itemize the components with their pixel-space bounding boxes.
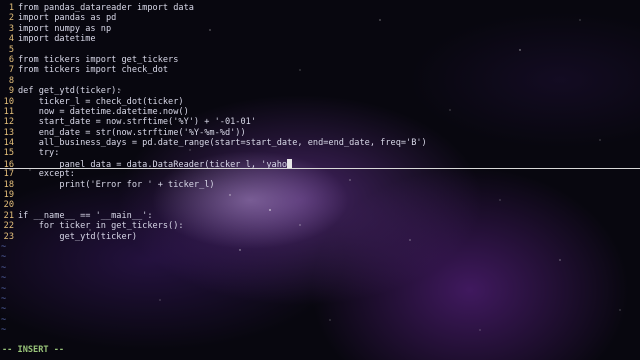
code-line[interactable]: 12 start_date = now.strftime('%Y') + '-0… (0, 117, 640, 127)
editor-window[interactable]: 1 from pandas_datareader import data 2 impo… (0, 0, 640, 360)
code-text[interactable]: import pandas as pd (18, 13, 116, 23)
line-number: 8 (8, 75, 14, 86)
empty-line: ~ (0, 242, 640, 252)
code-line[interactable]: 5 (0, 45, 640, 55)
code-text[interactable]: from pandas_datareader import data (18, 3, 194, 13)
code-area[interactable]: 1 from pandas_datareader import data 2 impo… (0, 3, 640, 336)
empty-line-marker: ~ (1, 293, 7, 304)
empty-line-marker: ~ (1, 273, 7, 284)
code-line[interactable]: 13 end_date = str(now.strftime('%Y-%m-%d… (0, 128, 640, 138)
code-text[interactable]: except: (18, 169, 75, 179)
line-number: 14 (3, 138, 14, 149)
empty-line: ~ (0, 284, 640, 294)
empty-line: ~ (0, 304, 640, 314)
code-text[interactable]: end_date = str(now.strftime('%Y-%m-%d')) (18, 128, 246, 138)
line-number: 1 (8, 3, 14, 13)
empty-line-marker: ~ (1, 314, 7, 325)
line-number: 12 (3, 117, 14, 128)
line-number: 11 (3, 106, 14, 117)
line-number: 19 (3, 190, 14, 201)
code-text[interactable]: import numpy as np (18, 24, 111, 34)
empty-line-marker: ~ (1, 304, 7, 315)
line-number: 18 (3, 179, 14, 190)
code-text[interactable]: def get_ytd(ticker): (18, 86, 121, 96)
code-line[interactable]: 17 except: (0, 169, 640, 179)
code-line[interactable]: 15 try: (0, 148, 640, 158)
code-text[interactable]: if __name__ == '__main__': (18, 211, 153, 221)
code-text[interactable]: now = datetime.datetime.now() (18, 107, 189, 117)
code-text[interactable]: all_business_days = pd.date_range(start=… (18, 138, 427, 148)
empty-line-marker: ~ (1, 241, 7, 252)
code-line[interactable]: 23 get_ytd(ticker) (0, 232, 640, 242)
line-number: 7 (8, 65, 14, 76)
code-text[interactable]: ticker_l = check_dot(ticker) (18, 97, 184, 107)
code-line[interactable]: 2 import pandas as pd (0, 13, 640, 23)
code-line[interactable]: 1 from pandas_datareader import data (0, 3, 640, 13)
empty-line: ~ (0, 252, 640, 262)
line-number: 6 (8, 54, 14, 65)
empty-line: ~ (0, 294, 640, 304)
code-line[interactable]: 7 from tickers import check_dot (0, 65, 640, 75)
code-line[interactable]: 14 all_business_days = pd.date_range(sta… (0, 138, 640, 148)
code-text[interactable]: print('Error for ' + ticker_l) (18, 180, 214, 190)
code-text[interactable]: from tickers import check_dot (18, 65, 168, 75)
code-text[interactable]: get_ytd(ticker) (18, 232, 137, 242)
code-line[interactable]: 10 ticker_l = check_dot(ticker) (0, 97, 640, 107)
code-line[interactable]: 6 from tickers import get_tickers (0, 55, 640, 65)
line-number: 10 (3, 96, 14, 107)
code-line[interactable]: 4 import datetime (0, 34, 640, 44)
code-line[interactable]: 9 def get_ytd(ticker): (0, 86, 640, 96)
code-line[interactable]: 16 panel_data = data.DataReader(ticker_l… (0, 158, 640, 170)
code-line[interactable]: 11 now = datetime.datetime.now() (0, 107, 640, 117)
line-number: 15 (3, 148, 14, 159)
line-number: 2 (8, 13, 14, 24)
code-line[interactable]: 20 (0, 200, 640, 210)
code-line[interactable]: 22 for ticker in get_tickers(): (0, 221, 640, 231)
line-number: 13 (3, 127, 14, 138)
empty-line-marker: ~ (1, 283, 7, 294)
text-cursor (287, 158, 293, 168)
code-text[interactable]: import datetime (18, 34, 96, 44)
code-line[interactable]: 8 (0, 76, 640, 86)
line-number: 17 (3, 169, 14, 180)
line-number: 9 (8, 86, 14, 97)
code-line[interactable]: 21 if __name__ == '__main__': (0, 211, 640, 221)
empty-line: ~ (0, 315, 640, 325)
code-line[interactable]: 19 (0, 190, 640, 200)
code-text[interactable]: for ticker in get_tickers(): (18, 221, 184, 231)
code-line[interactable]: 3 import numpy as np (0, 24, 640, 34)
line-number: 3 (8, 23, 14, 34)
line-number: 5 (8, 44, 14, 55)
empty-line: ~ (0, 325, 640, 335)
line-number: 20 (3, 200, 14, 211)
line-number: 21 (3, 210, 14, 221)
empty-line: ~ (0, 273, 640, 283)
line-number: 23 (3, 231, 14, 242)
code-line[interactable]: 18 print('Error for ' + ticker_l) (0, 180, 640, 190)
code-text[interactable]: try: (18, 148, 60, 158)
line-number: 22 (3, 221, 14, 232)
empty-line-marker: ~ (1, 325, 7, 336)
empty-line-marker: ~ (1, 262, 7, 273)
code-text[interactable]: start_date = now.strftime('%Y') + '-01-0… (18, 117, 256, 127)
mode-indicator: -- INSERT -- (2, 345, 65, 355)
empty-line: ~ (0, 263, 640, 273)
line-number: 4 (8, 34, 14, 45)
code-text[interactable]: from tickers import get_tickers (18, 55, 178, 65)
empty-line-marker: ~ (1, 252, 7, 263)
